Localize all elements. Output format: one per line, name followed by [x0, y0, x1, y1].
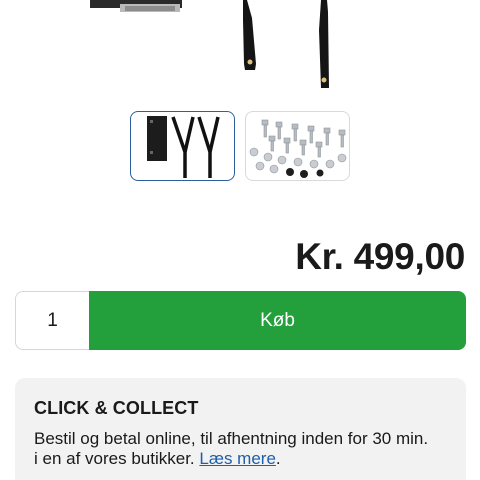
bracket-plate-icon	[90, 0, 182, 12]
thumbnail-gallery	[130, 111, 350, 181]
buy-button[interactable]: Køb	[89, 291, 466, 350]
thumbnail-bolts[interactable]	[245, 111, 350, 181]
click-collect-trailing: .	[275, 449, 281, 468]
click-collect-box: CLICK & COLLECT Bestil og betal online, …	[15, 378, 466, 480]
purchase-row: 1 Køb	[15, 291, 466, 350]
quantity-input[interactable]: 1	[15, 291, 89, 350]
read-more-link[interactable]: Læs mere	[199, 449, 276, 468]
click-collect-title: CLICK & COLLECT	[34, 398, 199, 418]
strap-right-icon	[319, 0, 329, 88]
strap-left-icon	[243, 0, 256, 70]
click-collect-text: Bestil og betal online, til afhentning i…	[34, 429, 429, 469]
bracket-straps-thumbnail-icon	[147, 116, 220, 178]
product-main-image	[90, 0, 329, 88]
product-price: Kr. 499,00	[295, 236, 465, 277]
thumbnail-straps[interactable]	[130, 111, 235, 181]
bolts-nuts-thumbnail-icon	[249, 119, 347, 178]
